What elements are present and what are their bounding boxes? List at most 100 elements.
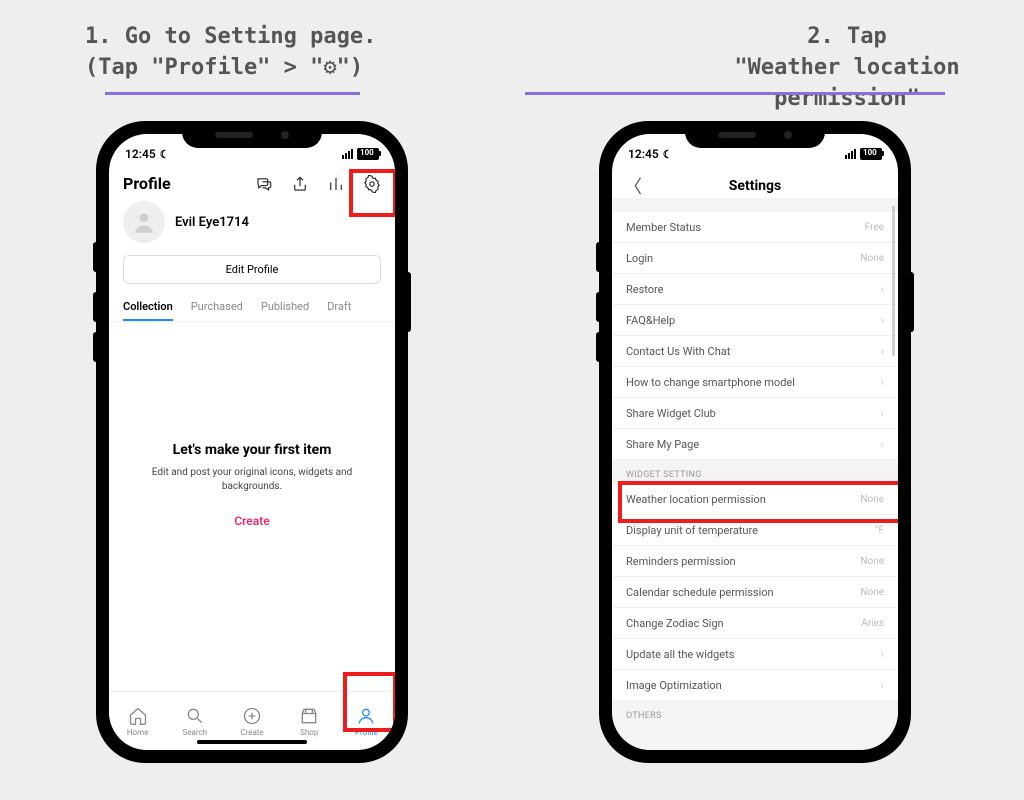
row-label: Image Optimization: [626, 679, 722, 692]
row-label: Contact Us With Chat: [626, 345, 730, 358]
row-faq[interactable]: FAQ&Help›: [612, 305, 898, 336]
scroll-indicator: [892, 206, 895, 356]
dnd-moon-icon: ☾: [663, 148, 673, 161]
row-value: Free: [865, 222, 884, 233]
chevron-right-icon: ›: [880, 282, 884, 296]
row-zodiac[interactable]: Change Zodiac Sign Aries: [612, 608, 898, 639]
notch: [685, 122, 825, 148]
avatar[interactable]: [123, 201, 165, 243]
nav-home[interactable]: Home: [109, 692, 166, 750]
empty-title: Let's make your first item: [139, 442, 365, 458]
row-calendar[interactable]: Calendar schedule permissionNone: [612, 577, 898, 608]
instruction-1-line-1: 1. Go to Setting page.: [85, 22, 376, 53]
row-contact[interactable]: Contact Us With Chat ›: [612, 336, 898, 367]
signal-bars-icon: [342, 149, 353, 159]
row-label: Update all the widgets: [626, 648, 734, 661]
empty-state: Let's make your first item Edit and post…: [109, 322, 395, 528]
row-label: Display unit of temperature: [626, 524, 758, 537]
section-others: OTHERS: [612, 701, 898, 725]
settings-list: Member Status Free LoginNone Restore › FAQ…: [612, 198, 898, 725]
signal-bars-icon: [845, 149, 856, 159]
row-value: None: [860, 556, 884, 567]
profile-icon: [356, 706, 376, 726]
row-label: How to change smartphone model: [626, 376, 795, 389]
chat-icon[interactable]: [255, 175, 273, 193]
back-chevron-icon[interactable]: 〈: [624, 173, 642, 199]
row-reminders[interactable]: Reminders permissionNone: [612, 546, 898, 577]
chevron-right-icon: ›: [880, 375, 884, 389]
row-share-club[interactable]: Share Widget Club ›: [612, 398, 898, 429]
section-widget-setting: WIDGET SETTING: [612, 460, 898, 484]
nav-profile-label: Profile: [355, 728, 378, 737]
row-value: None: [860, 253, 884, 264]
instruction-1-line-2: (Tap "Profile" > "⚙"): [85, 53, 376, 84]
gear-icon[interactable]: [363, 175, 381, 193]
tab-purchased[interactable]: Purchased: [191, 294, 243, 321]
row-value: None: [860, 587, 884, 598]
page-title: Profile: [123, 174, 171, 193]
nav-create-label: Create: [240, 728, 263, 737]
battery-icon: 100: [357, 148, 379, 160]
row-label: Share Widget Club: [626, 407, 716, 420]
nav-profile[interactable]: Profile: [338, 692, 395, 750]
row-restore[interactable]: Restore ›: [612, 274, 898, 305]
chevron-right-icon: ›: [880, 678, 884, 692]
row-weather-permission[interactable]: Weather location permission None: [612, 484, 898, 515]
row-share-page[interactable]: Share My Page ›: [612, 429, 898, 460]
nav-home-label: Home: [127, 728, 149, 737]
row-value: None: [860, 494, 884, 505]
search-icon: [185, 706, 205, 726]
row-label: Weather location permission: [626, 493, 766, 506]
tab-draft[interactable]: Draft: [327, 294, 351, 321]
profile-tabs: Collection Purchased Published Draft: [109, 294, 395, 322]
phone-frame-settings: 12:45 ☾ 100 〈 Settings Member Status Free…: [600, 122, 910, 762]
settings-scroll[interactable]: Member Status Free LoginNone Restore › FAQ…: [612, 198, 898, 750]
underline-1: [105, 92, 360, 95]
notch: [182, 122, 322, 148]
chevron-right-icon: ›: [880, 437, 884, 451]
row-label: Share My Page: [626, 438, 699, 451]
screen-settings: 12:45 ☾ 100 〈 Settings Member Status Free…: [612, 134, 898, 750]
chevron-right-icon: ›: [880, 406, 884, 420]
create-link[interactable]: Create: [139, 514, 365, 528]
row-temp-unit[interactable]: Display unit of temperature °F: [612, 515, 898, 546]
battery-level: 100: [360, 148, 374, 157]
instruction-2-line-2: "Weather location permission": [670, 53, 1024, 115]
row-value: Aries: [861, 618, 884, 629]
row-label: Change Zodiac Sign: [626, 617, 724, 630]
chevron-right-icon: ›: [880, 647, 884, 661]
row-label: Restore: [626, 283, 664, 296]
tutorial-canvas: 1. Go to Setting page. (Tap "Profile" > …: [0, 0, 1024, 800]
plus-circle-icon: [242, 706, 262, 726]
row-label: Member Status: [626, 221, 701, 234]
phone-frame-profile: 12:45 ☾ 100 Profile: [97, 122, 407, 762]
instruction-step-2: 2. Tap "Weather location permission": [670, 22, 1024, 114]
page-title: Settings: [729, 178, 781, 194]
row-change-model[interactable]: How to change smartphone model ›: [612, 367, 898, 398]
row-image-opt[interactable]: Image Optimization ›: [612, 670, 898, 701]
tab-published[interactable]: Published: [261, 294, 309, 321]
instruction-step-1: 1. Go to Setting page. (Tap "Profile" > …: [85, 22, 376, 84]
row-value: °F: [875, 525, 884, 536]
status-time: 12:45: [125, 147, 156, 161]
tab-collection[interactable]: Collection: [123, 294, 173, 321]
battery-icon: 100: [860, 148, 882, 160]
dnd-moon-icon: ☾: [160, 148, 170, 161]
edit-profile-button[interactable]: Edit Profile: [123, 255, 381, 284]
screen-profile: 12:45 ☾ 100 Profile: [109, 134, 395, 750]
row-login[interactable]: LoginNone: [612, 243, 898, 274]
row-update-widgets[interactable]: Update all the widgets ›: [612, 639, 898, 670]
chevron-right-icon: ›: [880, 344, 884, 358]
share-icon[interactable]: [291, 175, 309, 193]
instruction-2-line-1: 2. Tap: [670, 22, 1024, 53]
empty-body: Edit and post your original icons, widge…: [139, 466, 365, 494]
avatar-row: Evil Eye1714: [109, 197, 395, 247]
nav-shop-label: Shop: [300, 728, 318, 737]
stats-icon[interactable]: [327, 175, 345, 193]
username: Evil Eye1714: [175, 215, 249, 230]
profile-header: Profile: [109, 170, 395, 197]
shop-icon: [299, 706, 319, 726]
home-icon: [128, 706, 148, 726]
status-time: 12:45: [628, 147, 659, 161]
row-member-status[interactable]: Member Status Free: [612, 212, 898, 243]
